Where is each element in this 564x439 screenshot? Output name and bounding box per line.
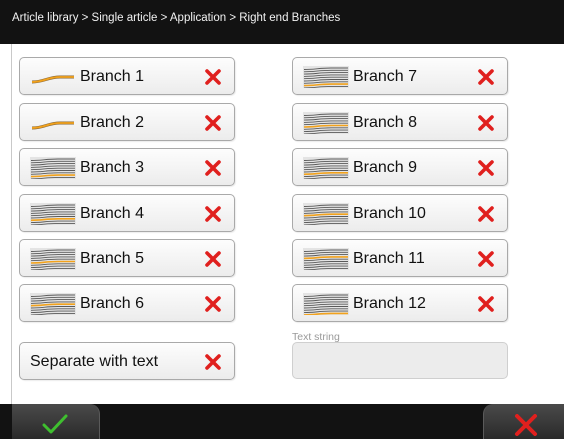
branch-button[interactable]: Branch 4 [19, 194, 235, 232]
branch-button[interactable]: Branch 10 [292, 194, 508, 232]
wire-bundle-icon [303, 112, 349, 134]
separate-with-text-button[interactable]: Separate with text [19, 342, 235, 380]
breadcrumb: Article library > Single article > Appli… [12, 12, 341, 24]
wire-bundle-icon [30, 203, 76, 225]
delete-icon[interactable] [204, 295, 222, 313]
cancel-x-icon [515, 414, 537, 436]
delete-icon[interactable] [477, 159, 495, 177]
branch-button[interactable]: Branch 8 [292, 103, 508, 141]
branch-button[interactable]: Branch 1 [19, 57, 235, 95]
branch-button[interactable]: Branch 5 [19, 239, 235, 277]
text-string-input[interactable] [292, 342, 508, 379]
branch-button[interactable]: Branch 2 [19, 103, 235, 141]
branch-label: Branch 11 [353, 250, 425, 267]
delete-icon[interactable] [204, 159, 222, 177]
cancel-button[interactable] [483, 404, 564, 439]
branch-label: Branch 6 [80, 295, 145, 312]
branch-label: Branch 7 [353, 68, 418, 85]
branch-label: Branch 1 [80, 68, 145, 85]
delete-icon[interactable] [477, 114, 495, 132]
delete-icon[interactable] [204, 250, 222, 268]
wire-bundle-icon [303, 248, 349, 270]
branch-label: Branch 9 [353, 159, 418, 176]
delete-icon[interactable] [204, 114, 222, 132]
delete-icon[interactable] [204, 68, 222, 86]
wire-bundle-icon [303, 157, 349, 179]
branch-button[interactable]: Branch 7 [292, 57, 508, 95]
branch-label: Branch 2 [80, 114, 145, 131]
wire-bundle-icon [30, 157, 76, 179]
delete-icon[interactable] [477, 295, 495, 313]
branch-label: Branch 12 [353, 295, 426, 312]
branch-button[interactable]: Branch 12 [292, 284, 508, 322]
delete-icon[interactable] [204, 205, 222, 223]
delete-icon[interactable] [204, 353, 222, 371]
branch-button[interactable]: Branch 3 [19, 148, 235, 186]
branch-button[interactable]: Branch 9 [292, 148, 508, 186]
branch-label: Branch 4 [80, 205, 145, 222]
branch-label: Branch 5 [80, 250, 145, 267]
wire-bundle-icon [303, 293, 349, 315]
single-wire-icon [31, 75, 74, 84]
title-bar: Article library > Single article > Appli… [0, 0, 564, 44]
branch-label: Branch 3 [80, 159, 145, 176]
checkmark-icon [42, 414, 68, 434]
delete-icon[interactable] [477, 68, 495, 86]
branch-button[interactable]: Branch 6 [19, 284, 235, 322]
wire-bundle-icon [30, 248, 76, 270]
confirm-button[interactable] [12, 404, 100, 439]
wire-bundle-icon [303, 203, 349, 225]
delete-icon[interactable] [477, 250, 495, 268]
single-wire-icon [31, 121, 74, 130]
wire-bundle-icon [303, 66, 349, 88]
wire-bundle-icon [30, 293, 76, 315]
delete-icon[interactable] [477, 205, 495, 223]
branch-label: Branch 8 [353, 114, 418, 131]
separate-with-text-label: Separate with text [30, 353, 159, 370]
branch-label: Branch 10 [353, 205, 426, 222]
branch-button[interactable]: Branch 11 [292, 239, 508, 277]
